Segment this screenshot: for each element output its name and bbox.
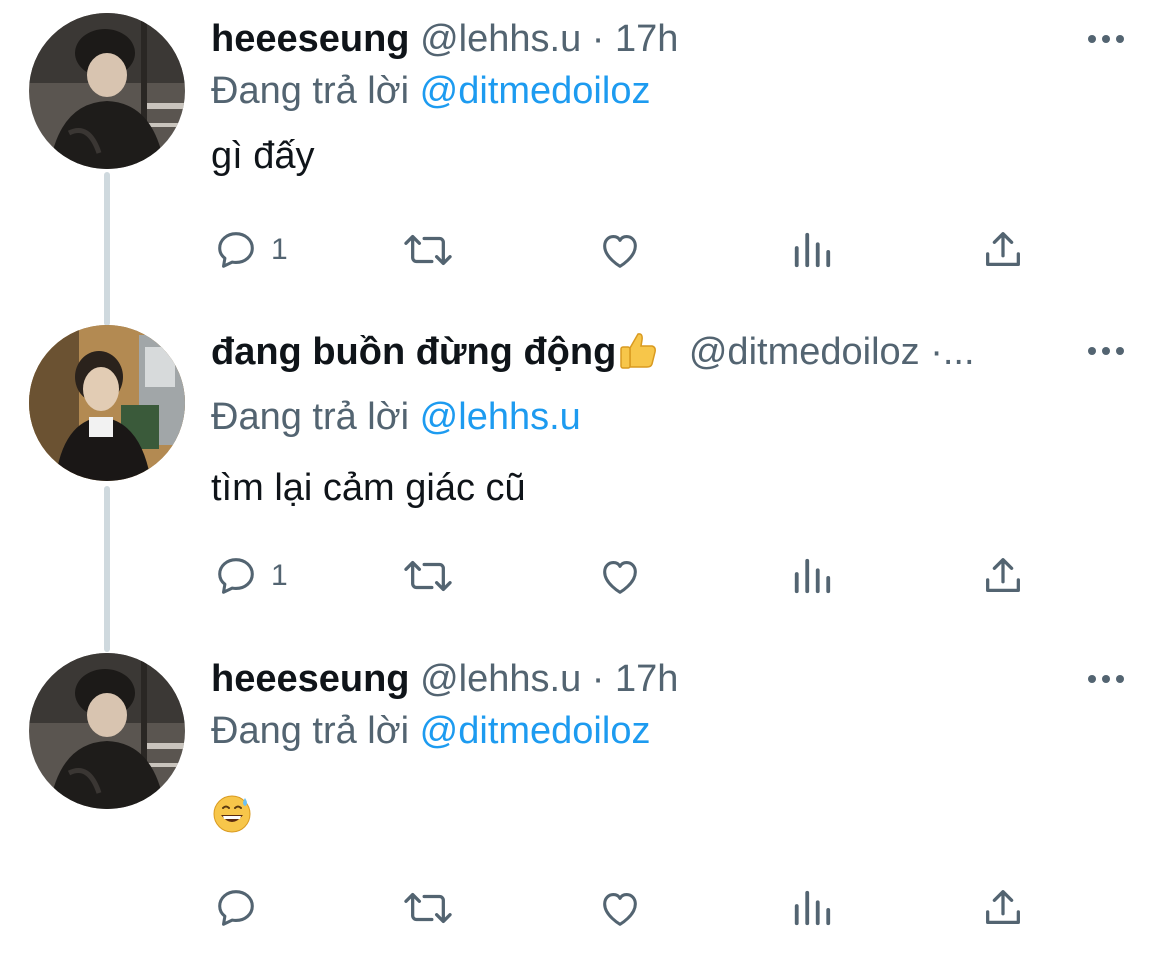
like-icon [603,235,637,268]
share-button[interactable] [980,214,1026,286]
reply-to-link[interactable]: @lehhs.u [420,396,581,438]
retweet-icon [404,560,452,592]
reply-button[interactable]: 1 [213,540,288,612]
reply-icon [218,232,254,268]
avatar[interactable] [29,325,185,481]
retweet-button[interactable] [401,872,455,944]
action-bar [0,872,1169,944]
avatar[interactable] [29,653,185,809]
handle[interactable]: @lehhs.u [420,658,581,700]
share-icon [986,558,1020,593]
tweet-text: tìm lại cảm giác cũ [211,467,526,509]
tweet-text [211,792,253,834]
replying-to: Đang trả lời @lehhs.u [211,394,581,440]
analytics-icon [794,890,831,926]
separator: · [591,18,605,60]
like-button[interactable] [597,540,643,612]
reply-count: 1 [271,559,288,592]
analytics-icon [794,558,831,594]
analytics-button[interactable] [791,540,833,612]
like-button[interactable] [597,214,643,286]
tweet[interactable]: heeeseung @lehhs.u · 17h Đang trả lời @d… [0,0,1169,320]
share-icon [986,232,1020,267]
analytics-icon [794,232,831,268]
handle-truncation: ·... [930,331,975,373]
timestamp[interactable]: 17h [615,658,678,700]
replying-label: Đang trả lời [211,710,410,752]
like-icon [603,561,637,594]
display-name[interactable]: heeeseung [211,658,410,700]
tweet-text: gì đấy [211,135,315,177]
avatar[interactable] [29,13,185,169]
handle[interactable]: @ditmedoiloz [689,331,920,373]
replying-label: Đang trả lời [211,396,410,438]
reply-to-link[interactable]: @ditmedoiloz [420,70,651,112]
replying-to: Đang trả lời @ditmedoiloz [211,68,650,114]
reply-icon [218,558,254,594]
timestamp[interactable]: 17h [615,18,678,60]
replying-to: Đang trả lời @ditmedoiloz [211,708,650,754]
retweet-icon [404,892,452,924]
tweet-header: heeeseung @lehhs.u · 17h [211,16,678,62]
replying-label: Đang trả lời [211,70,410,112]
tweet-header: heeeseung @lehhs.u · 17h [211,656,678,702]
retweet-button[interactable] [401,214,455,286]
action-bar: 1 [0,214,1169,286]
tweet[interactable]: heeeseung @lehhs.u · 17h Đang trả lời @d… [0,640,1169,955]
retweet-icon [404,234,452,266]
more-icon[interactable] [1084,664,1128,694]
display-name[interactable]: đang buồn đừng động [211,331,616,373]
reply-to-link[interactable]: @ditmedoiloz [420,710,651,752]
share-icon [986,890,1020,925]
share-button[interactable] [980,540,1026,612]
thumbs-up-emoji [620,333,657,369]
tweet-header: đang buồn đừng động @ditmedoiloz ·... [211,328,975,375]
grinning-face-with-sweat-emoji [213,795,251,833]
reply-count: 1 [271,233,288,266]
action-bar: 1 [0,540,1169,612]
retweet-button[interactable] [401,540,455,612]
analytics-button[interactable] [791,872,833,944]
display-name[interactable]: heeeseung [211,18,410,60]
reply-button[interactable]: 1 [213,214,288,286]
handle[interactable]: @lehhs.u [420,18,581,60]
like-icon [603,893,637,926]
analytics-button[interactable] [791,214,833,286]
reply-button[interactable] [213,872,271,944]
share-button[interactable] [980,872,1026,944]
like-button[interactable] [597,872,643,944]
separator: · [591,658,605,700]
more-icon[interactable] [1084,336,1128,366]
reply-icon [218,890,254,926]
more-icon[interactable] [1084,24,1128,54]
tweet[interactable]: đang buồn đừng động @ditmedoiloz ·... Đa… [0,312,1169,642]
